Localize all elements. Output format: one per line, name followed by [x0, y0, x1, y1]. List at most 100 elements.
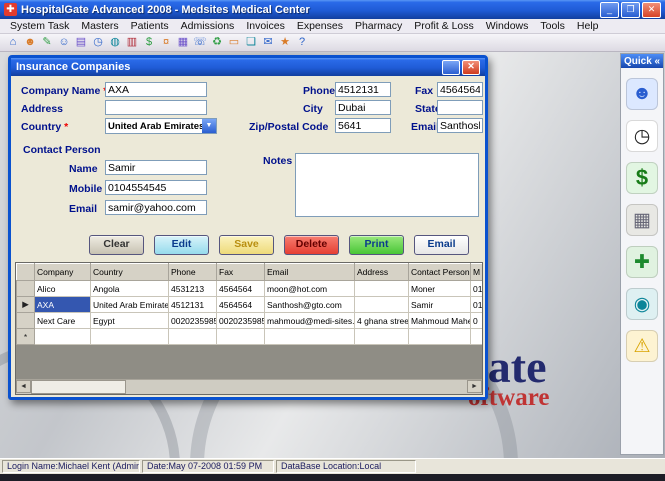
clock-quick-icon[interactable]: ◷	[626, 120, 658, 152]
contact-email-field[interactable]	[105, 200, 207, 215]
cell-mobile[interactable]: 01	[471, 297, 483, 313]
help-icon[interactable]: ?	[294, 35, 310, 50]
menu-masters[interactable]: Masters	[75, 20, 124, 32]
cell-address[interactable]	[355, 281, 409, 297]
menu-windows[interactable]: Windows	[480, 20, 535, 32]
table-row[interactable]: Alico Angola 4531213 4564564 moon@hot.co…	[17, 281, 483, 297]
refresh-icon[interactable]: ♻	[209, 35, 225, 50]
mail-icon[interactable]: ✉	[260, 35, 276, 50]
cell-email[interactable]: mahmoud@medi-sites.com	[265, 313, 355, 329]
scrollbar-track[interactable]	[126, 380, 467, 394]
cell-empty[interactable]	[265, 329, 355, 345]
cell-phone[interactable]: 4531213	[169, 281, 217, 297]
menu-patients[interactable]: Patients	[125, 20, 175, 32]
cell-company[interactable]: Alico	[35, 281, 91, 297]
col-email[interactable]: Email	[265, 264, 355, 281]
company-email-field[interactable]	[437, 118, 483, 133]
minimize-button[interactable]: _	[600, 2, 619, 18]
admission-icon[interactable]: ▤	[73, 35, 89, 50]
fax-field[interactable]	[437, 82, 483, 97]
records-quick-icon[interactable]: ▦	[626, 204, 658, 236]
schedule-icon[interactable]: ◷	[90, 35, 106, 50]
clear-button[interactable]: Clear	[89, 235, 144, 255]
window-icon[interactable]: ⌂	[5, 35, 21, 50]
contact-icon[interactable]: ☺	[56, 35, 72, 50]
cell-contact[interactable]: Mahmoud Maher Emam	[409, 313, 471, 329]
cell-company[interactable]: AXA	[35, 297, 91, 313]
address-field[interactable]	[105, 100, 207, 115]
cash-icon[interactable]: $	[141, 35, 157, 50]
col-contact-person[interactable]: Contact Person	[409, 264, 471, 281]
cell-phone[interactable]: 00202359855	[169, 313, 217, 329]
zip-field[interactable]	[335, 118, 391, 133]
cell-contact[interactable]: Moner	[409, 281, 471, 297]
dialog-close-button[interactable]: ✕	[462, 60, 480, 75]
menu-help[interactable]: Help	[571, 20, 605, 32]
col-fax[interactable]: Fax	[217, 264, 265, 281]
save-button[interactable]: Save	[219, 235, 274, 255]
cell-empty[interactable]	[471, 329, 483, 345]
patients-quick-icon[interactable]: ☻	[626, 78, 658, 110]
edit-icon[interactable]: ✎	[39, 35, 55, 50]
alerts-quick-icon[interactable]: ⚠	[626, 330, 658, 362]
cell-country[interactable]: United Arab Emirates	[91, 297, 169, 313]
notes-field[interactable]	[295, 153, 479, 217]
cell-mobile[interactable]: 01	[471, 281, 483, 297]
col-country[interactable]: Country	[91, 264, 169, 281]
cell-address[interactable]	[355, 297, 409, 313]
scroll-left-icon[interactable]: ◄	[16, 380, 31, 393]
contact-name-field[interactable]	[105, 160, 207, 175]
chevron-down-icon[interactable]: ▼	[202, 119, 216, 133]
row-selector[interactable]	[17, 313, 35, 329]
table-row-selected[interactable]: ▶ AXA United Arab Emirates 4512131 45645…	[17, 297, 483, 313]
table-row[interactable]: Next Care Egypt 00202359855 002023598554…	[17, 313, 483, 329]
cell-empty[interactable]	[169, 329, 217, 345]
delete-button[interactable]: Delete	[284, 235, 339, 255]
cell-empty[interactable]	[355, 329, 409, 345]
maximize-button[interactable]: ❐	[621, 2, 640, 18]
phone-icon[interactable]: ☏	[192, 35, 208, 50]
close-button[interactable]: ✕	[642, 2, 661, 18]
company-name-field[interactable]	[105, 82, 207, 97]
menu-expenses[interactable]: Expenses	[291, 20, 349, 32]
cell-empty[interactable]	[409, 329, 471, 345]
favorites-icon[interactable]: ★	[277, 35, 293, 50]
menu-invoices[interactable]: Invoices	[240, 20, 291, 32]
row-selector-current[interactable]: ▶	[17, 297, 35, 313]
cell-mobile[interactable]: 0	[471, 313, 483, 329]
table-row-new[interactable]: *	[17, 329, 483, 345]
search-quick-icon[interactable]: ◉	[626, 288, 658, 320]
row-selector[interactable]	[17, 281, 35, 297]
col-address[interactable]: Address	[355, 264, 409, 281]
email-button[interactable]: Email	[414, 235, 469, 255]
cell-empty[interactable]	[35, 329, 91, 345]
patients-icon[interactable]: ☻	[22, 35, 38, 50]
invoice-icon[interactable]: ▥	[124, 35, 140, 50]
cell-fax[interactable]: 002023598554	[217, 313, 265, 329]
country-dropdown[interactable]: United Arab Emirates ▼	[105, 118, 217, 134]
cell-country[interactable]: Egypt	[91, 313, 169, 329]
cell-fax[interactable]: 4564564	[217, 281, 265, 297]
state-field[interactable]	[437, 100, 483, 115]
folder-icon[interactable]: ▭	[226, 35, 242, 50]
scrollbar-thumb[interactable]	[31, 380, 126, 394]
menu-pharmacy[interactable]: Pharmacy	[349, 20, 408, 32]
image-icon[interactable]: ❏	[243, 35, 259, 50]
billing-quick-icon[interactable]: $	[626, 162, 658, 194]
grid-horizontal-scrollbar[interactable]: ◄ ►	[16, 379, 482, 394]
col-company[interactable]: Company	[35, 264, 91, 281]
col-mobile[interactable]: M	[471, 264, 483, 281]
cell-address[interactable]: 4 ghana street	[355, 313, 409, 329]
cell-company[interactable]: Next Care	[35, 313, 91, 329]
cell-email[interactable]: moon@hot.com	[265, 281, 355, 297]
menu-tools[interactable]: Tools	[534, 20, 571, 32]
col-phone[interactable]: Phone	[169, 264, 217, 281]
pharmacy-quick-icon[interactable]: ✚	[626, 246, 658, 278]
reports-icon[interactable]: ▦	[175, 35, 191, 50]
menu-admissions[interactable]: Admissions	[175, 20, 241, 32]
collapse-icon[interactable]: «	[654, 56, 660, 67]
print-button[interactable]: Print	[349, 235, 404, 255]
cell-country[interactable]: Angola	[91, 281, 169, 297]
cell-phone[interactable]: 4512131	[169, 297, 217, 313]
menu-system-task[interactable]: System Task	[4, 20, 75, 32]
